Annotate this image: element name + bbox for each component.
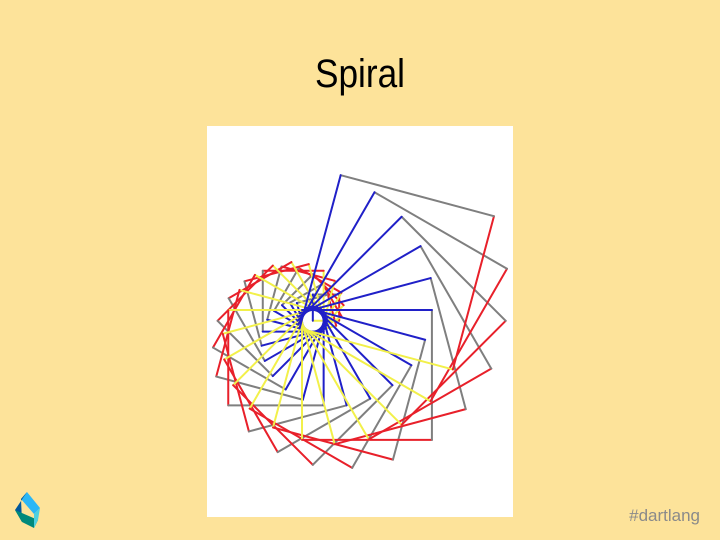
slide-title: Spiral (314, 52, 405, 96)
spiral-edge (297, 191, 376, 326)
spiral-edge (298, 327, 454, 371)
spiral-drawing (211, 174, 508, 469)
dart-logo-shape-top (21, 492, 40, 514)
spiral-group (211, 174, 508, 469)
spiral-drawing-panel (207, 126, 513, 517)
spiral-edge (298, 277, 432, 315)
spiral-edge (296, 215, 403, 322)
spiral-edge (297, 245, 422, 318)
spiral-edge (451, 215, 495, 371)
hashtag-label: #dartlang (629, 506, 700, 525)
spiral-edge (301, 312, 328, 401)
spiral-edge (243, 263, 310, 283)
spiral-edge (296, 319, 403, 426)
dart-logo-icon (15, 492, 40, 528)
